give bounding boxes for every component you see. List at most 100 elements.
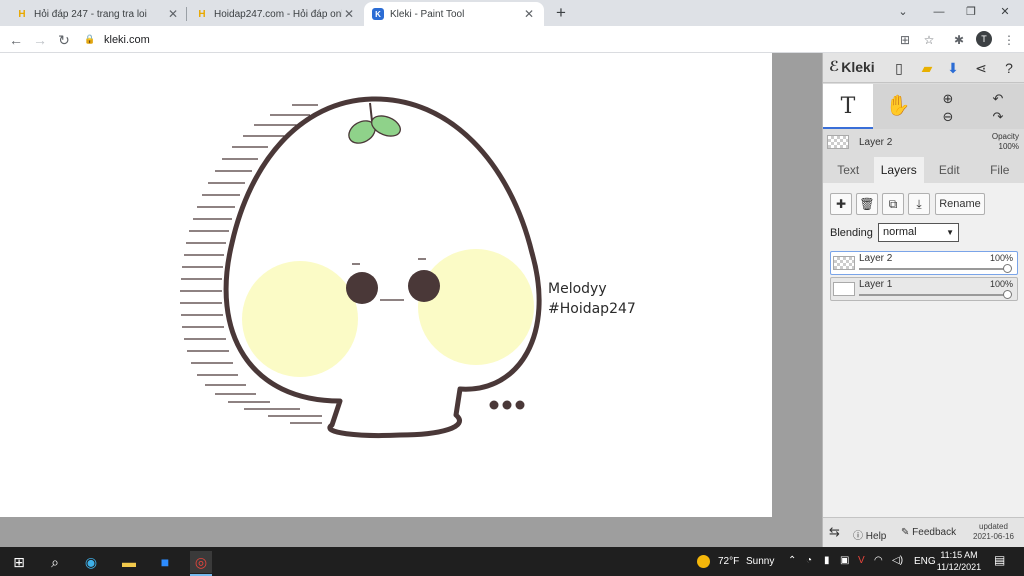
download-icon[interactable]: ⬇ <box>943 58 963 78</box>
help-icon[interactable]: ? <box>999 58 1019 78</box>
kleki-logo[interactable]: ℰ Kleki <box>829 58 875 75</box>
opacity-slider-handle[interactable] <box>1003 264 1012 273</box>
feedback-icon: ✎ <box>901 527 910 538</box>
close-icon[interactable]: ✕ <box>342 7 356 21</box>
close-window-button[interactable]: ✕ <box>990 2 1020 22</box>
redo-icon[interactable]: ↷ <box>993 109 1004 124</box>
canvas-text-melodyy: Melodyy <box>548 281 607 297</box>
back-button[interactable]: ← <box>6 30 26 50</box>
text-tool-button[interactable]: T <box>823 84 873 129</box>
network-icon[interactable]: ◔ <box>806 555 812 566</box>
microphone-icon[interactable]: ▮ <box>824 555 830 566</box>
notification-icon[interactable]: ▤ <box>994 553 1005 567</box>
hand-tool-button[interactable]: ✋ <box>873 84 923 129</box>
tab-layers[interactable]: Layers <box>873 157 924 183</box>
opacity-slider-handle[interactable] <box>1003 290 1012 299</box>
file-explorer-icon[interactable]: ▬ <box>118 551 140 573</box>
add-layer-button[interactable]: ✚ <box>830 193 852 215</box>
windows-start-icon[interactable]: ⊞ <box>8 551 30 573</box>
new-image-icon[interactable]: ▯ <box>889 58 909 78</box>
undo-redo-buttons[interactable]: ↶ ↷ <box>973 84 1023 129</box>
tab-hoidap-2[interactable]: H Hoidap247.com - Hỏi đáp online ✕ <box>188 2 364 26</box>
left-eye <box>346 272 378 304</box>
tab-text[interactable]: Text <box>823 157 874 183</box>
leaf-right <box>371 115 401 137</box>
open-folder-icon[interactable]: ▰ <box>917 58 937 78</box>
weather-text[interactable]: Sunny <box>746 556 774 567</box>
weather-temp[interactable]: 72°F <box>718 556 739 567</box>
app-tray-icon[interactable]: ▣ <box>840 555 849 566</box>
canvas-text-hashtag: #Hoidap247 <box>548 301 636 317</box>
chrome-browser-icon[interactable]: ◎ <box>190 551 212 576</box>
tab-kleki[interactable]: K Kleki - Paint Tool ✕ <box>364 2 544 26</box>
current-layer-info: Layer 2 Opacity 100% <box>823 129 1024 157</box>
menu-dots-icon[interactable]: ⋮ <box>1000 31 1018 49</box>
minimize-button[interactable]: — <box>924 2 954 22</box>
kleki-top-bar: ℰ Kleki ▯ ▰ ⬇ ⋖ ? <box>823 53 1024 83</box>
share-icon[interactable]: ⋖ <box>971 58 991 78</box>
layer-opacity: 100% <box>989 279 1013 289</box>
extensions-icon[interactable]: ✱ <box>950 31 968 49</box>
search-icon[interactable]: ⌕ <box>44 551 66 573</box>
rename-button[interactable]: Rename <box>935 193 985 215</box>
zoom-app-icon[interactable]: ■ <box>154 551 176 573</box>
drawing-canvas[interactable]: Melodyy #Hoidap247 <box>0 53 772 517</box>
close-icon[interactable]: ✕ <box>522 7 536 21</box>
duplicate-layer-button[interactable]: ⧉ <box>882 193 904 215</box>
profile-avatar[interactable]: T <box>976 31 992 47</box>
translate-icon[interactable]: ⊞ <box>896 31 914 49</box>
panel-bottom-bar: ⇆ ⓘ Help ✎ Feedback updated 2021-06-16 <box>823 517 1024 547</box>
tab-hoidap-1[interactable]: H Hỏi đáp 247 - trang tra loi ✕ <box>8 2 188 26</box>
tab-search-icon[interactable]: ⌄ <box>888 2 918 22</box>
edge-browser-icon[interactable]: ◉ <box>80 551 102 573</box>
sun-weather-icon <box>697 555 710 568</box>
right-eye <box>408 270 440 302</box>
opacity-slider-track[interactable] <box>859 268 1007 270</box>
layer-row-layer-1[interactable]: Layer 1 100% <box>830 277 1018 301</box>
browser-toolbar: ← → ↻ 🔒 kleki.com ⊞ ☆ ✱ T ⋮ <box>0 26 1024 53</box>
forward-button[interactable]: → <box>30 30 50 50</box>
tab-edit[interactable]: Edit <box>924 157 975 183</box>
updated-info: updated 2021-06-16 <box>973 522 1014 542</box>
blending-select[interactable]: normal ▼ <box>878 223 959 242</box>
reload-button[interactable]: ↻ <box>54 30 74 50</box>
restore-button[interactable]: ❐ <box>956 2 986 22</box>
lock-icon: 🔒 <box>84 33 96 44</box>
zoom-in-icon[interactable]: ⊕ <box>943 91 954 106</box>
wifi-icon[interactable]: ◠ <box>874 555 883 566</box>
delete-layer-button[interactable]: 🗑 <box>856 193 878 215</box>
tab-title: Hỏi đáp 247 - trang tra loi <box>34 8 147 20</box>
help-link[interactable]: ⓘ Help <box>853 527 886 542</box>
layer-thumbnail <box>833 282 855 296</box>
swap-sides-icon[interactable]: ⇆ <box>829 524 840 540</box>
zoom-out-icon[interactable]: ⊖ <box>943 109 954 124</box>
undo-icon[interactable]: ↶ <box>993 91 1004 106</box>
address-bar[interactable]: 🔒 kleki.com <box>84 29 944 50</box>
current-layer-name: Layer 2 <box>859 137 893 148</box>
tab-file[interactable]: File <box>975 157 1024 183</box>
right-cheek <box>418 249 534 365</box>
feedback-link[interactable]: ✎ Feedback <box>901 527 956 538</box>
taskbar-clock[interactable]: 11:15 AM 11/12/2021 <box>936 549 982 573</box>
merge-down-button[interactable]: ⤓ <box>908 193 930 215</box>
vietnamese-input-icon[interactable]: V <box>858 555 865 566</box>
tool-bar: T ✋ ⊕ ⊖ ↶ ↷ <box>823 84 1024 129</box>
speaker-icon[interactable]: ◁) <box>892 555 903 566</box>
canvas-area: Melodyy #Hoidap247 <box>0 53 822 547</box>
close-icon[interactable]: ✕ <box>166 7 180 21</box>
show-hidden-icons-chevron-icon[interactable]: ⌃ <box>788 555 796 566</box>
opacity-value: 100% <box>998 142 1019 151</box>
bookmark-star-icon[interactable]: ☆ <box>920 31 938 49</box>
language-indicator[interactable]: ENG <box>914 556 936 567</box>
new-tab-button[interactable]: + <box>552 4 570 22</box>
help-label: Help <box>865 531 887 542</box>
merge-down-icon: ⤓ <box>916 197 922 211</box>
opacity-slider-track[interactable] <box>859 294 1007 296</box>
panel-tabs: Text Layers Edit File <box>823 157 1024 183</box>
clock-time: 11:15 AM <box>940 550 978 560</box>
hoidap-favicon-icon: H <box>198 8 206 20</box>
zoom-buttons[interactable]: ⊕ ⊖ <box>923 84 973 129</box>
kleki-favicon-icon: K <box>372 8 384 20</box>
text-tool-icon: T <box>840 94 856 119</box>
layer-row-layer-2[interactable]: Layer 2 100% <box>830 251 1018 275</box>
